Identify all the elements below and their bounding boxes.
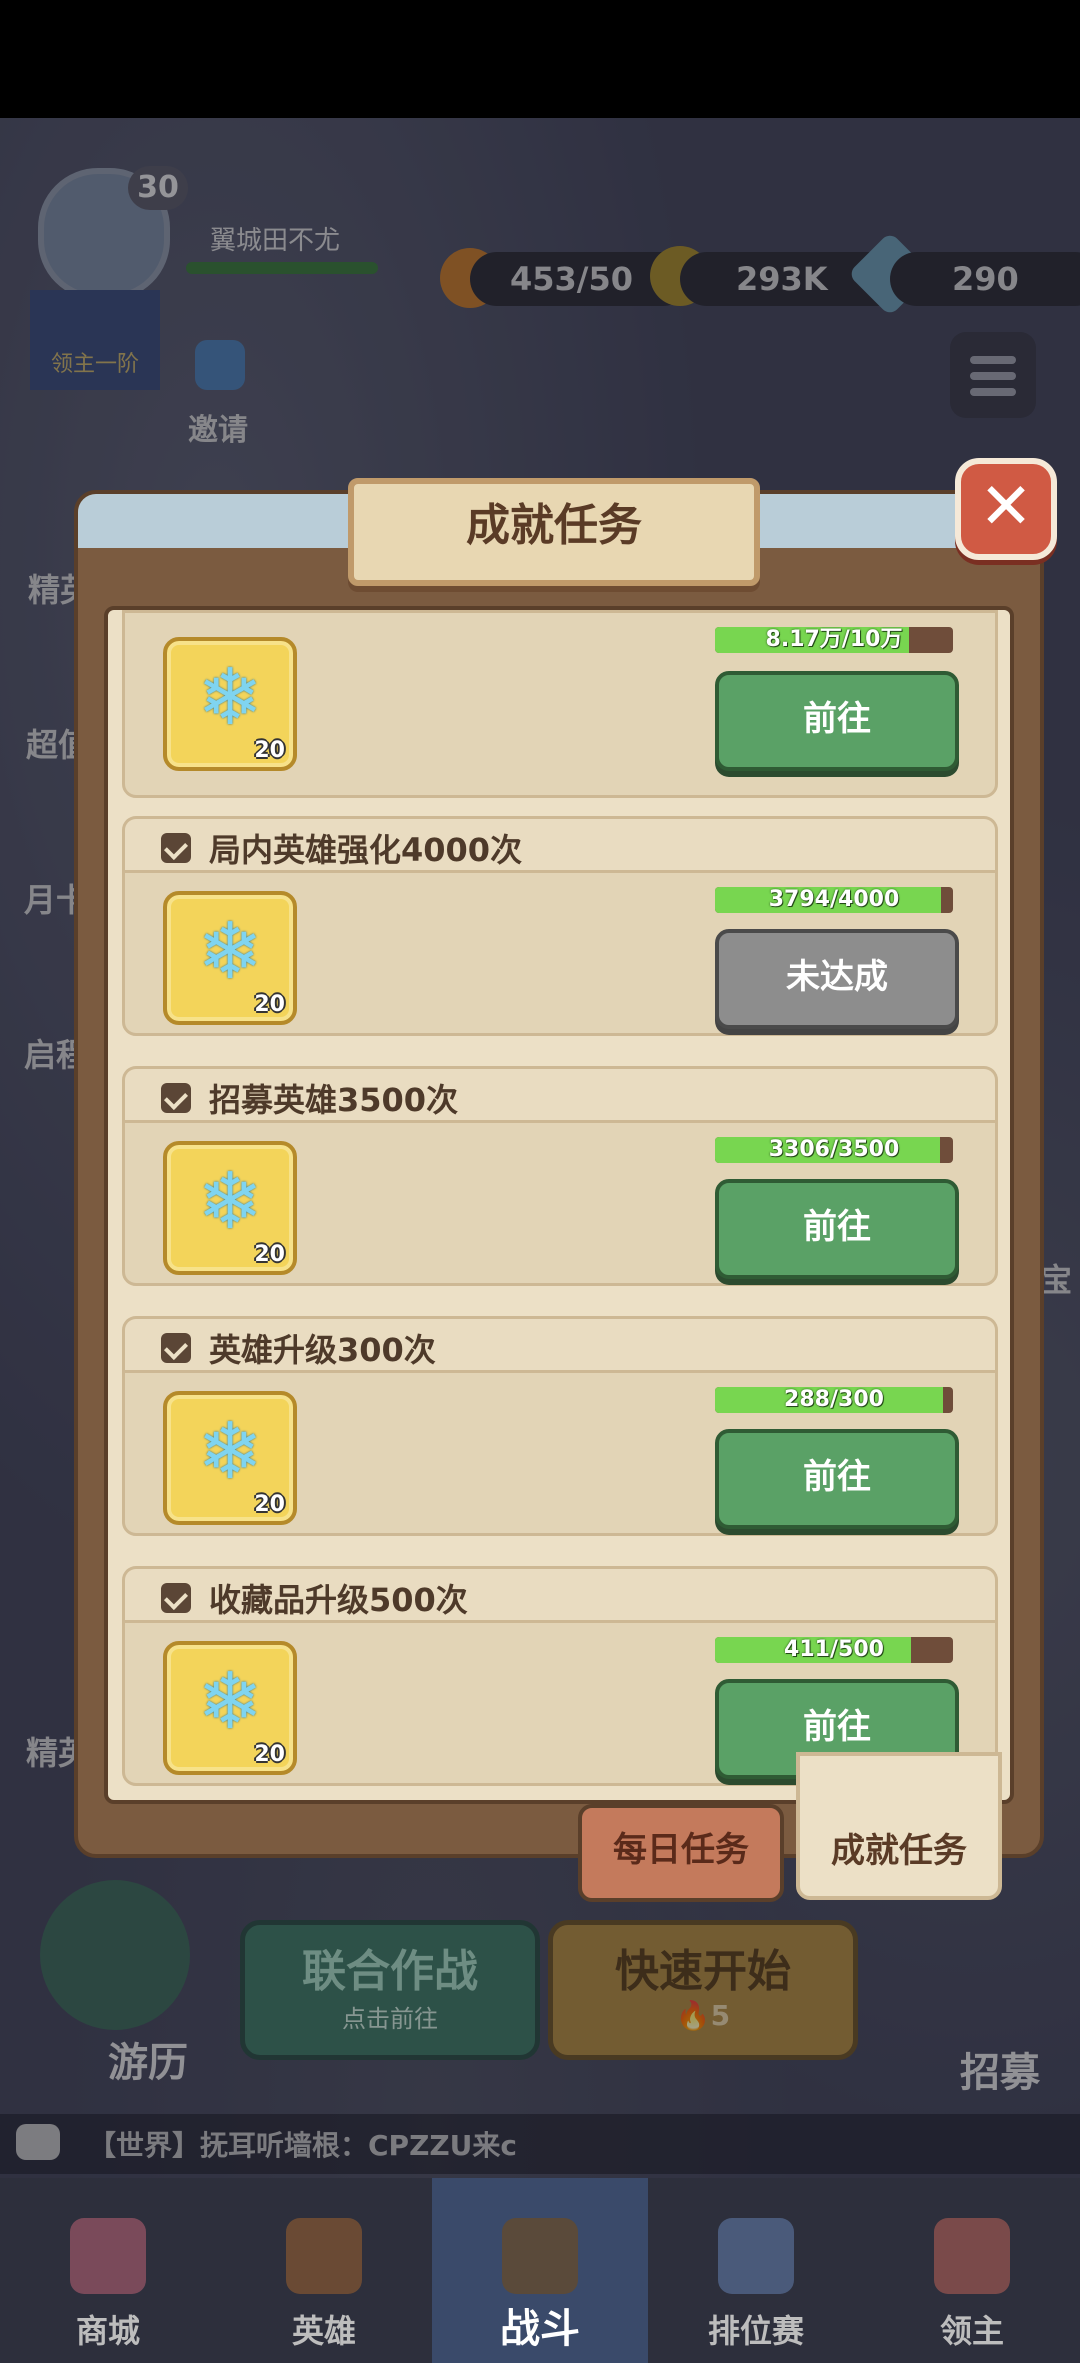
task-header: 招募英雄3500次 [122,1066,998,1123]
crossed-swords-icon [502,2218,578,2294]
shop-icon [70,2218,146,2294]
task-title: 收藏品升级500次 [209,1581,468,1619]
task-progress-bar: 3306/3500 [715,1137,953,1163]
reward-item[interactable]: ❄ 20 [163,1641,297,1775]
task-progress-bar: 3794/4000 [715,887,953,913]
task-list[interactable]: ❄ 20 8.17万/10万 前往 局内英雄强化4000次 ❄ 20 3794/… [104,606,1014,1804]
crystal-icon: ❄ [197,1407,263,1497]
task-progress-bar: 288/300 [715,1387,953,1413]
modal-title: 成就任务 [466,500,642,551]
nav-shop[interactable]: 商城 [0,2178,216,2363]
status-bar [0,0,1080,118]
task-title: 局内英雄强化4000次 [209,831,523,869]
tab-achievement-tasks[interactable]: 成就任务 [796,1752,1002,1900]
reward-item[interactable]: ❄ 20 [163,637,297,771]
go-button[interactable]: 前往 [715,671,959,771]
task-progress-text: 288/300 [784,1387,884,1412]
crystal-icon: ❄ [197,1157,263,1247]
task-title: 招募英雄3500次 [209,1081,459,1119]
task-title: 英雄升级300次 [209,1331,436,1369]
nav-label: 战斗 [500,2306,580,2352]
reward-quantity: 20 [254,738,285,763]
not-achieved-button[interactable]: 未达成 [715,929,959,1029]
nav-battle[interactable]: 战斗 [432,2178,648,2363]
nav-ranked[interactable]: 排位赛 [648,2178,864,2363]
reward-quantity: 20 [254,1492,285,1517]
nav-heroes[interactable]: 英雄 [216,2178,432,2363]
nav-lord[interactable]: 领主 [864,2178,1080,2363]
task-progress-bar: 411/500 [715,1637,953,1663]
checkbox-icon [161,833,191,863]
task-card: ❄ 20 3794/4000 未达成 [122,870,998,1036]
task-progress-text: 8.17万/10万 [765,627,903,652]
crystal-icon: ❄ [197,1657,263,1747]
reward-quantity: 20 [254,992,285,1017]
task-progress-text: 3306/3500 [768,1137,900,1162]
reward-quantity: 20 [254,1242,285,1267]
crystal-icon: ❄ [197,653,263,743]
reward-quantity: 20 [254,1742,285,1767]
nav-label: 领主 [939,2312,1004,2350]
tab-daily-tasks[interactable]: 每日任务 [578,1804,784,1902]
task-header: 收藏品升级500次 [122,1566,998,1623]
task-card: ❄ 20 288/300 前往 [122,1370,998,1536]
reward-item[interactable]: ❄ 20 [163,891,297,1025]
task-progress-text: 411/500 [784,1637,884,1662]
nav-label: 英雄 [291,2312,356,2350]
task-progress-bar: 8.17万/10万 [715,627,953,653]
task-header: 英雄升级300次 [122,1316,998,1373]
checkbox-icon [161,1333,191,1363]
go-button[interactable]: 前往 [715,1429,959,1529]
go-button[interactable]: 前往 [715,1179,959,1279]
reward-item[interactable]: ❄ 20 [163,1141,297,1275]
crystal-icon: ❄ [197,907,263,997]
nav-label: 商城 [75,2312,140,2350]
checkbox-icon [161,1083,191,1113]
nav-label: 排位赛 [707,2312,804,2350]
checkbox-icon [161,1583,191,1613]
shield-icon [718,2218,794,2294]
task-card: ❄ 20 3306/3500 前往 [122,1120,998,1286]
task-card: ❄ 20 8.17万/10万 前往 [122,610,998,798]
banner-icon [934,2218,1010,2294]
task-header: 局内英雄强化4000次 [122,816,998,873]
reward-item[interactable]: ❄ 20 [163,1391,297,1525]
task-progress-text: 3794/4000 [768,887,900,912]
hero-card-icon [286,2218,362,2294]
close-button[interactable]: ✕ [955,458,1057,560]
